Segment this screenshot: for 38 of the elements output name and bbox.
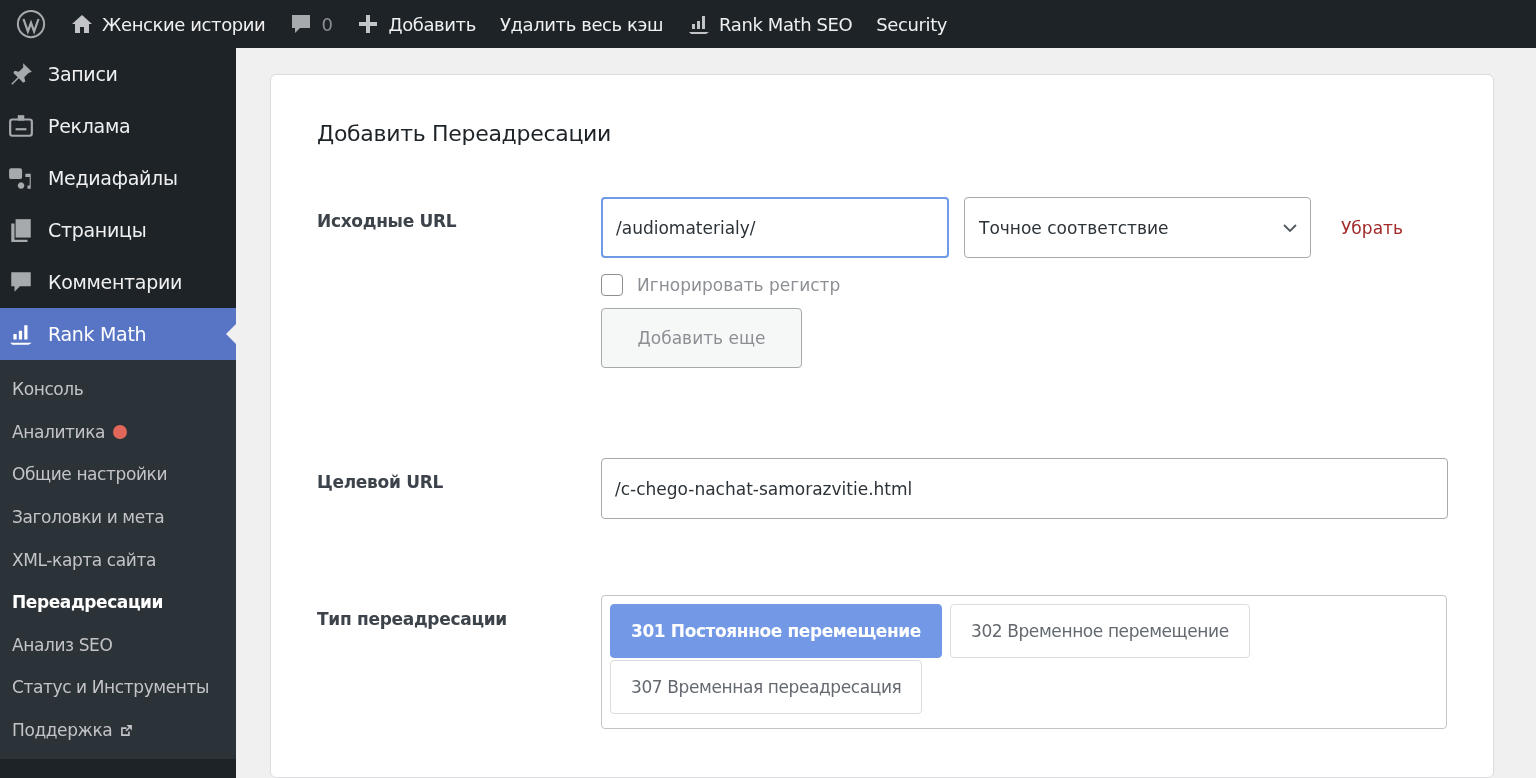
submenu-item[interactable]: Аналитика bbox=[0, 410, 236, 454]
sidebar-menu-item[interactable]: Комментарии bbox=[0, 256, 236, 308]
house-icon bbox=[70, 12, 94, 36]
admin-bar-link[interactable]: Security bbox=[864, 0, 960, 48]
pages-icon bbox=[8, 217, 34, 243]
submenu-item[interactable]: Поддержка bbox=[0, 708, 236, 752]
remove-link[interactable]: Убрать bbox=[1341, 217, 1403, 238]
field-label: Целевой URL bbox=[317, 472, 444, 494]
redirect-type-option[interactable]: 307 Временная переадресация bbox=[610, 660, 923, 714]
match-type-dropdown[interactable]: Точное соответствие bbox=[964, 197, 1311, 258]
source-url-field[interactable]: /audiomaterialy/ bbox=[601, 197, 949, 258]
redirect-type-option[interactable]: 302 Временное перемещение bbox=[949, 604, 1250, 658]
wordpress-logo-icon bbox=[16, 9, 46, 39]
submenu-item[interactable]: Консоль bbox=[0, 368, 236, 411]
submenu-item[interactable]: Переадресации bbox=[0, 580, 236, 624]
form-heading: Добавить Переадресации bbox=[317, 121, 613, 146]
admin-bar-link[interactable]: Добавить bbox=[344, 0, 488, 48]
admin-bar-link[interactable]: Удалить весь кэш bbox=[487, 0, 676, 48]
submenu-item[interactable]: Заголовки и мета bbox=[0, 495, 236, 539]
submenu-item[interactable]: Общие настройки bbox=[0, 453, 236, 496]
comments-link[interactable]: 0 bbox=[277, 0, 345, 48]
ignore-case-checkbox[interactable] bbox=[601, 274, 623, 296]
id-badge-icon bbox=[8, 113, 34, 139]
checkbox-label: Игнорировать регистр bbox=[637, 275, 841, 295]
field-label: Исходные URL bbox=[317, 211, 458, 233]
admin-bar-link[interactable]: Rank Math SEO bbox=[675, 0, 865, 48]
submenu-item[interactable]: Статус и Инструменты bbox=[0, 666, 236, 709]
sidebar-menu-item[interactable]: Медиафайлы bbox=[0, 152, 236, 204]
sidebar-menu-item[interactable]: Записи bbox=[0, 48, 236, 100]
admin-bar-link[interactable]: Женские истории bbox=[58, 0, 278, 48]
field-label: Тип переадресации bbox=[317, 609, 508, 631]
sidebar-menu-item[interactable]: Реклама bbox=[0, 100, 236, 152]
camera-and-note-icon bbox=[8, 165, 34, 191]
submenu-item[interactable]: Анализ SEO bbox=[0, 623, 236, 667]
sidebar-menu-item[interactable]: Страницы bbox=[0, 204, 236, 256]
submenu-item[interactable]: XML-карта сайта bbox=[0, 538, 236, 581]
target-url-field[interactable]: /c-chego-nachat-samorazvitie.html bbox=[601, 458, 1448, 519]
sidebar-menu-item[interactable]: Rank Math bbox=[0, 308, 236, 360]
